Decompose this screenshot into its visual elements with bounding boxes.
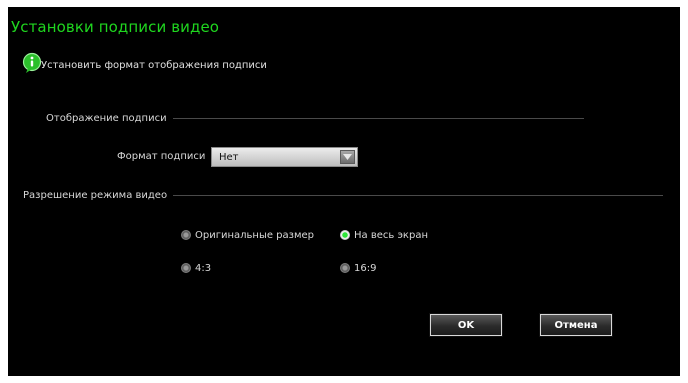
radio-label: 4:3	[195, 262, 212, 274]
radio-4-3[interactable]: 4:3	[181, 261, 211, 275]
section-divider	[173, 194, 663, 196]
caption-settings-dialog: Установки подписи видео Установить форма…	[8, 7, 680, 376]
dialog-subtitle: Установить формат отображения подписи	[41, 60, 267, 71]
cancel-button[interactable]: Отмена	[539, 313, 613, 337]
dialog-title: Установки подписи видео	[11, 18, 220, 36]
radio-indicator[interactable]	[181, 263, 191, 273]
section-caption-display-label: Отображение подписи	[46, 112, 167, 124]
radio-label: На весь экран	[354, 229, 428, 241]
radio-indicator[interactable]	[340, 263, 350, 273]
caption-format-select[interactable]: Нет	[211, 147, 358, 167]
section-caption-display: Отображение подписи	[46, 110, 584, 126]
info-icon	[21, 52, 43, 74]
radio-full-screen[interactable]: На весь экран	[340, 228, 428, 242]
radio-indicator[interactable]	[181, 230, 191, 240]
caption-format-label: Формат подписи	[117, 151, 206, 162]
radio-16-9[interactable]: 16:9	[340, 261, 376, 275]
section-video-mode-label: Разрешение режима видео	[23, 189, 168, 201]
section-video-mode: Разрешение режима видео	[23, 187, 663, 203]
radio-label: 16:9	[354, 262, 377, 274]
radio-original-size[interactable]: Оригинальные размер	[181, 228, 314, 242]
section-divider	[172, 117, 584, 119]
ok-button[interactable]: OK	[429, 313, 503, 337]
radio-label: Оригинальные размер	[195, 229, 315, 241]
radio-indicator[interactable]	[340, 230, 350, 240]
caption-format-value: Нет	[219, 152, 239, 163]
chevron-down-icon[interactable]	[340, 150, 355, 164]
